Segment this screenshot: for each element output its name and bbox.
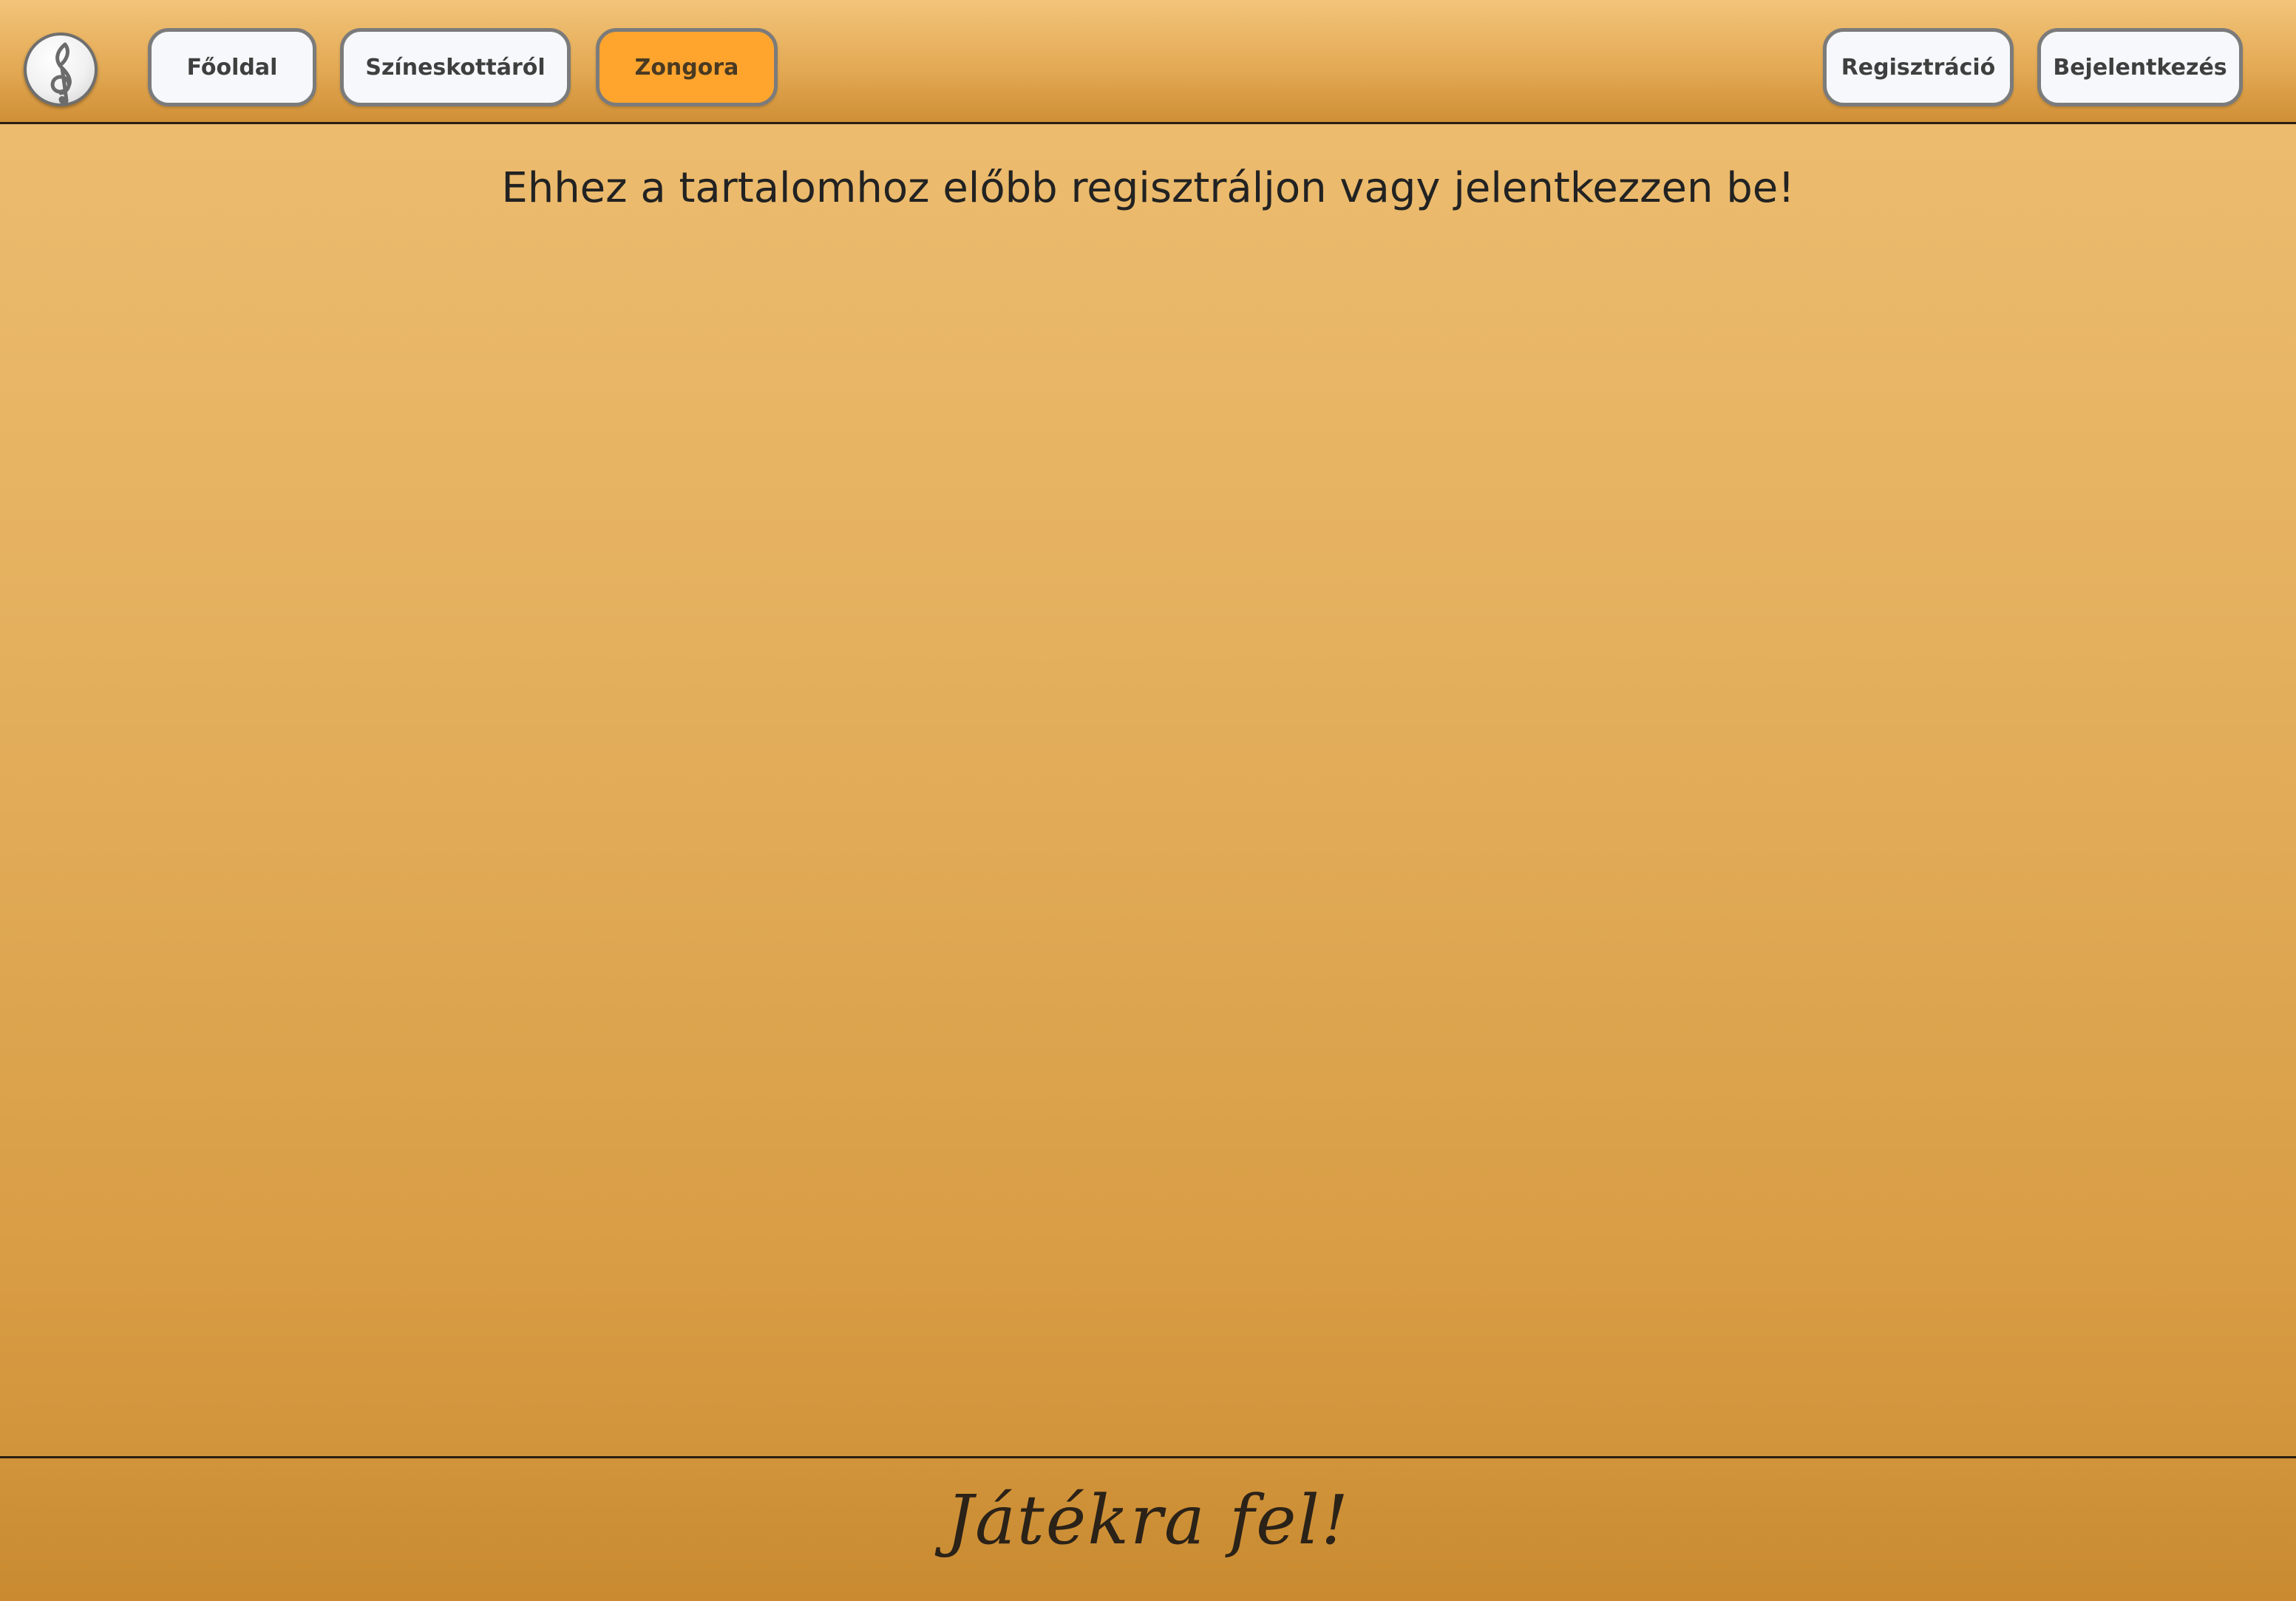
nav-about-button[interactable]: Színeskottáról	[340, 28, 571, 106]
nav-home-button[interactable]: Főoldal	[148, 28, 316, 106]
register-button[interactable]: Regisztráció	[1823, 28, 2014, 106]
login-button[interactable]: Bejelentkezés	[2037, 28, 2243, 106]
footer-tagline: Játékra fel!	[946, 1481, 1350, 1560]
nav-piano-button[interactable]: Zongora	[596, 28, 778, 106]
header-bar: Főoldal Színeskottáról Zongora Regisztrá…	[0, 0, 2296, 124]
page: Főoldal Színeskottáról Zongora Regisztrá…	[0, 0, 2296, 1601]
logo[interactable]	[24, 33, 98, 106]
footer: Játékra fel!	[0, 1456, 2296, 1601]
treble-clef-icon	[50, 42, 72, 103]
login-required-message: Ehhez a tartalomhoz előbb regisztráljon …	[501, 164, 1795, 212]
